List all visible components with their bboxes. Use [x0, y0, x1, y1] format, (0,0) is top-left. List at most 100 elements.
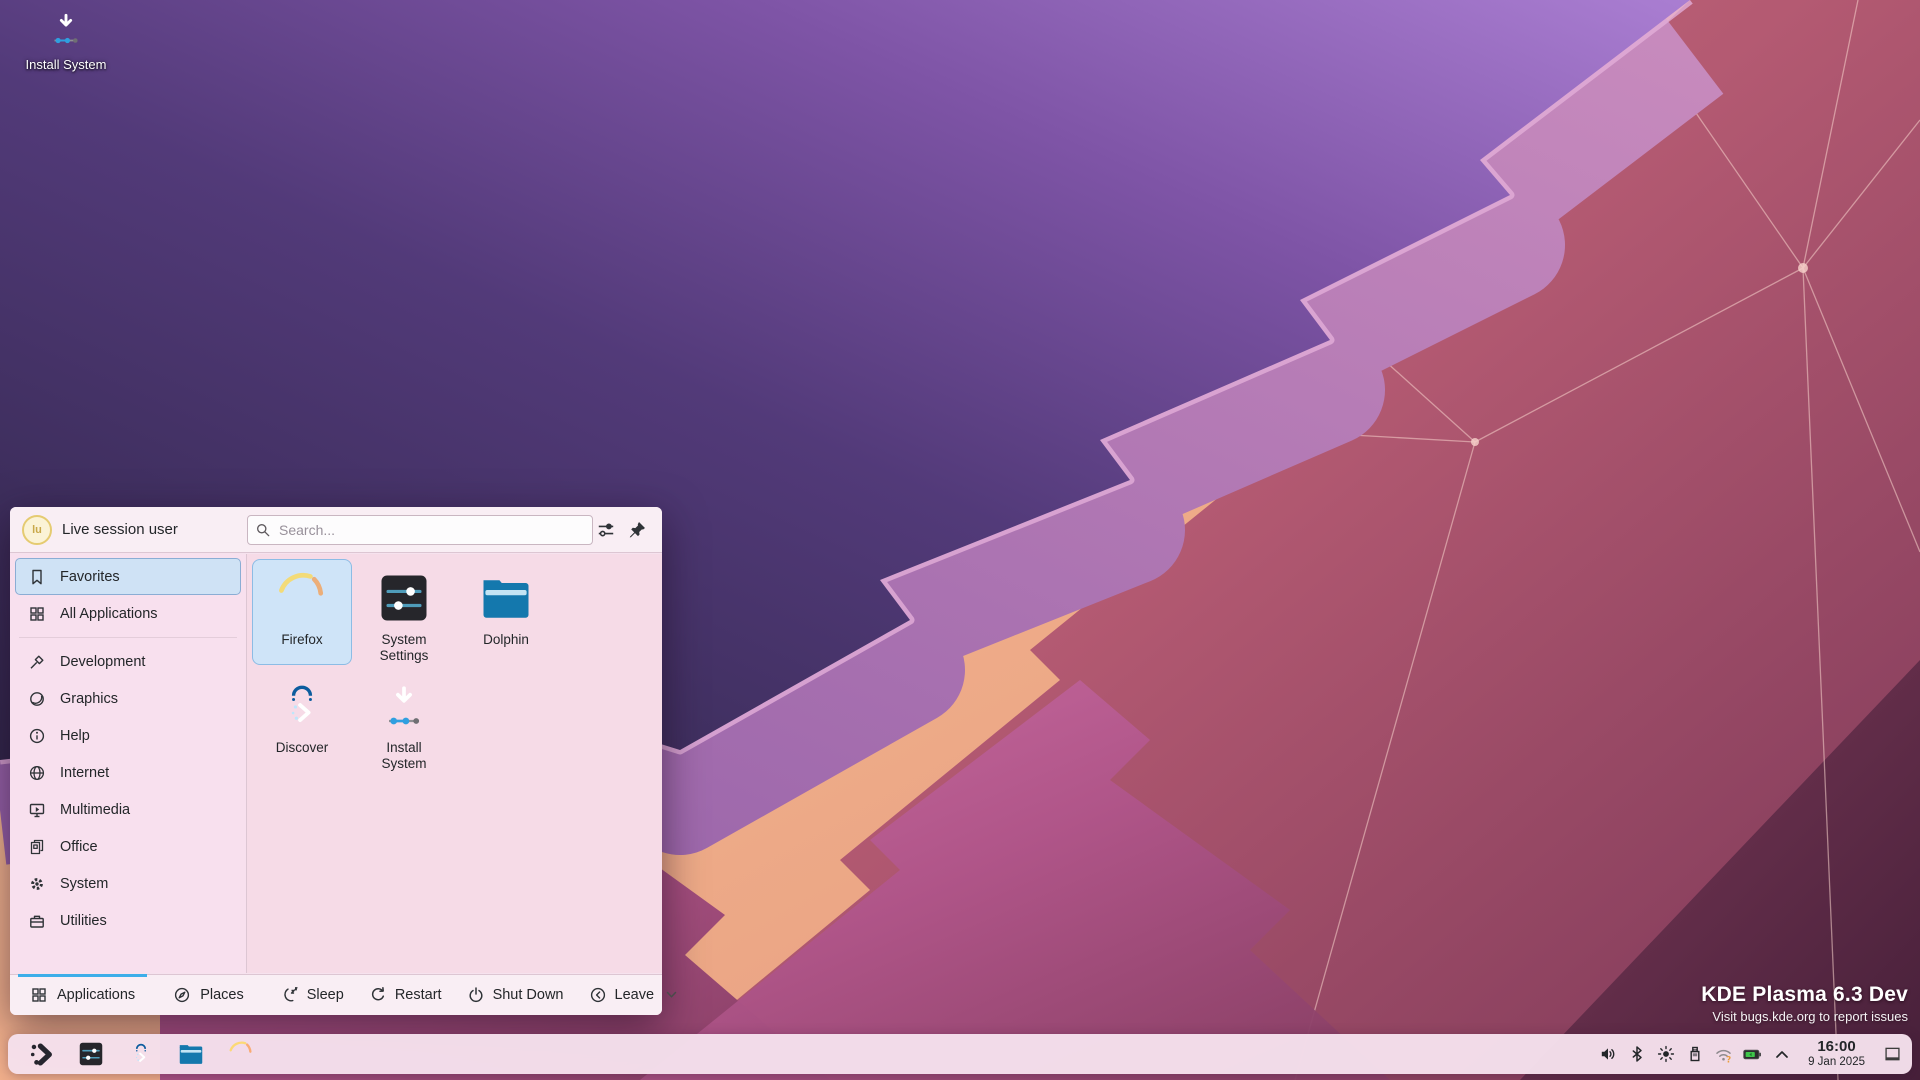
sidebar-item-label: Graphics	[60, 690, 119, 707]
kickoff-header: lu Live session user	[10, 507, 662, 553]
sidebar-item-label: Multimedia	[60, 801, 131, 818]
bookmark-icon	[28, 568, 46, 586]
app-tile-firefox[interactable]: Firefox	[252, 559, 352, 665]
battery-icon	[1742, 1044, 1763, 1065]
sidebar-item-utilities[interactable]: Utilities	[15, 902, 241, 939]
configure-icon	[596, 520, 616, 540]
install-system-icon	[374, 676, 434, 736]
sidebar-item-label: Internet	[60, 764, 110, 781]
firefox-icon	[272, 568, 332, 628]
sidebar-item-label: Favorites	[60, 568, 120, 585]
volume-button[interactable]	[1595, 1040, 1620, 1068]
globe-icon	[28, 764, 46, 782]
plasma-branding: KDE Plasma 6.3 Dev Visit bugs.kde.org to…	[1701, 983, 1908, 1024]
taskbar-dolphin[interactable]	[171, 1034, 211, 1074]
app-tile-install-system[interactable]: Install System	[354, 667, 454, 773]
show-desktop-icon	[1884, 1046, 1901, 1063]
system-tray	[1593, 1040, 1796, 1068]
sidebar-item-multimedia[interactable]: Multimedia	[15, 791, 241, 828]
bluetooth-button[interactable]	[1624, 1040, 1649, 1068]
kde-logo-icon	[28, 1041, 55, 1068]
sidebar-item-internet[interactable]: Internet	[15, 754, 241, 791]
wifi-icon	[1713, 1044, 1734, 1065]
digital-clock[interactable]: 16:00 9 Jan 2025	[1808, 1038, 1865, 1069]
taskbar-panel: 16:00 9 Jan 2025	[8, 1034, 1912, 1074]
restart-button[interactable]: Restart	[369, 986, 442, 1004]
sidebar-item-office[interactable]: Office	[15, 828, 241, 865]
user-avatar[interactable]: lu	[22, 514, 52, 545]
compass-icon	[173, 986, 191, 1004]
battery-button[interactable]	[1740, 1040, 1765, 1068]
sidebar-item-system[interactable]: System	[15, 865, 241, 902]
documents-icon	[28, 838, 46, 856]
discover-icon	[272, 676, 332, 736]
kickoff-menu: lu Live session user Favorites All Appli…	[10, 507, 662, 1015]
desktop-shortcut-install-system[interactable]: Install System	[10, 6, 122, 72]
power-icon	[467, 986, 485, 1004]
sidebar-item-development[interactable]: Development	[15, 643, 241, 680]
sidebar-item-help[interactable]: Help	[15, 717, 241, 754]
pin-icon	[627, 520, 647, 540]
bluetooth-icon	[1628, 1045, 1646, 1063]
search-icon	[255, 522, 271, 538]
removable-device-button[interactable]	[1682, 1040, 1707, 1068]
sidebar-item-graphics[interactable]: Graphics	[15, 680, 241, 717]
app-tile-label: Install System	[381, 740, 427, 771]
sleep-button[interactable]: Sleep	[281, 986, 344, 1004]
action-label: Leave	[614, 987, 655, 1003]
sleep-icon	[281, 986, 299, 1004]
shut-down-button[interactable]: Shut Down	[467, 986, 564, 1004]
expand-tray-button[interactable]	[1769, 1040, 1794, 1068]
chevron-down-icon	[666, 991, 677, 999]
app-tile-discover[interactable]: Discover	[252, 667, 352, 773]
usb-device-icon	[1686, 1045, 1704, 1063]
desktop: Install System KDE Plasma 6.3 Dev Visit …	[0, 0, 1920, 1080]
info-circle-icon	[28, 727, 46, 745]
dolphin-icon	[476, 568, 536, 628]
app-tile-label: System Settings	[379, 632, 429, 663]
sidebar-item-label: Office	[60, 838, 98, 855]
firefox-icon	[226, 1039, 256, 1069]
plasma-bugs-text: Visit bugs.kde.org to report issues	[1712, 1009, 1908, 1024]
sidebar-item-label: Utilities	[60, 912, 107, 929]
app-tile-label: Firefox	[281, 632, 323, 647]
search-box[interactable]	[247, 515, 593, 545]
tab-applications[interactable]: Applications	[18, 974, 148, 1015]
hammer-icon	[28, 653, 46, 671]
app-tile-dolphin[interactable]: Dolphin	[456, 559, 556, 665]
toolbox-icon	[28, 912, 46, 930]
configure-button[interactable]	[596, 520, 618, 542]
system-settings-icon	[374, 568, 434, 628]
discover-icon	[126, 1039, 156, 1069]
taskbar-discover[interactable]	[121, 1034, 161, 1074]
action-label: Shut Down	[492, 987, 564, 1003]
taskbar-system-settings[interactable]	[71, 1034, 111, 1074]
action-label: Sleep	[306, 987, 344, 1003]
app-tile-system-settings[interactable]: System Settings	[354, 559, 454, 665]
grid-icon	[28, 605, 46, 623]
network-button[interactable]	[1711, 1040, 1736, 1068]
brightness-icon	[1657, 1045, 1675, 1063]
taskbar-firefox[interactable]	[221, 1034, 261, 1074]
kickoff-body: Favorites All Applications Development G…	[10, 554, 662, 973]
grid-icon	[30, 986, 48, 1004]
leave-icon	[589, 986, 607, 1004]
leave-button[interactable]: Leave	[589, 986, 678, 1004]
favorites-grid: Firefox System Settings Dolphin Discover…	[247, 554, 662, 973]
tab-label: Places	[200, 987, 244, 1003]
pin-button[interactable]	[627, 520, 649, 542]
application-launcher-button[interactable]	[21, 1034, 61, 1074]
chevron-up-icon	[1773, 1045, 1791, 1063]
kickoff-footer: Applications Places Sleep Restart Shut D…	[10, 974, 662, 1015]
brightness-button[interactable]	[1653, 1040, 1678, 1068]
show-desktop-button[interactable]	[1880, 1040, 1904, 1068]
kickoff-sidebar: Favorites All Applications Development G…	[10, 554, 247, 973]
plasma-version-text: KDE Plasma 6.3 Dev	[1701, 983, 1908, 1006]
search-input[interactable]	[277, 521, 585, 539]
dolphin-icon	[176, 1039, 206, 1069]
sidebar-item-favorites[interactable]: Favorites	[15, 558, 241, 595]
volume-icon	[1599, 1045, 1617, 1063]
tab-places[interactable]: Places	[161, 975, 256, 1015]
sidebar-item-all-applications[interactable]: All Applications	[15, 595, 241, 632]
action-label: Restart	[394, 987, 442, 1003]
